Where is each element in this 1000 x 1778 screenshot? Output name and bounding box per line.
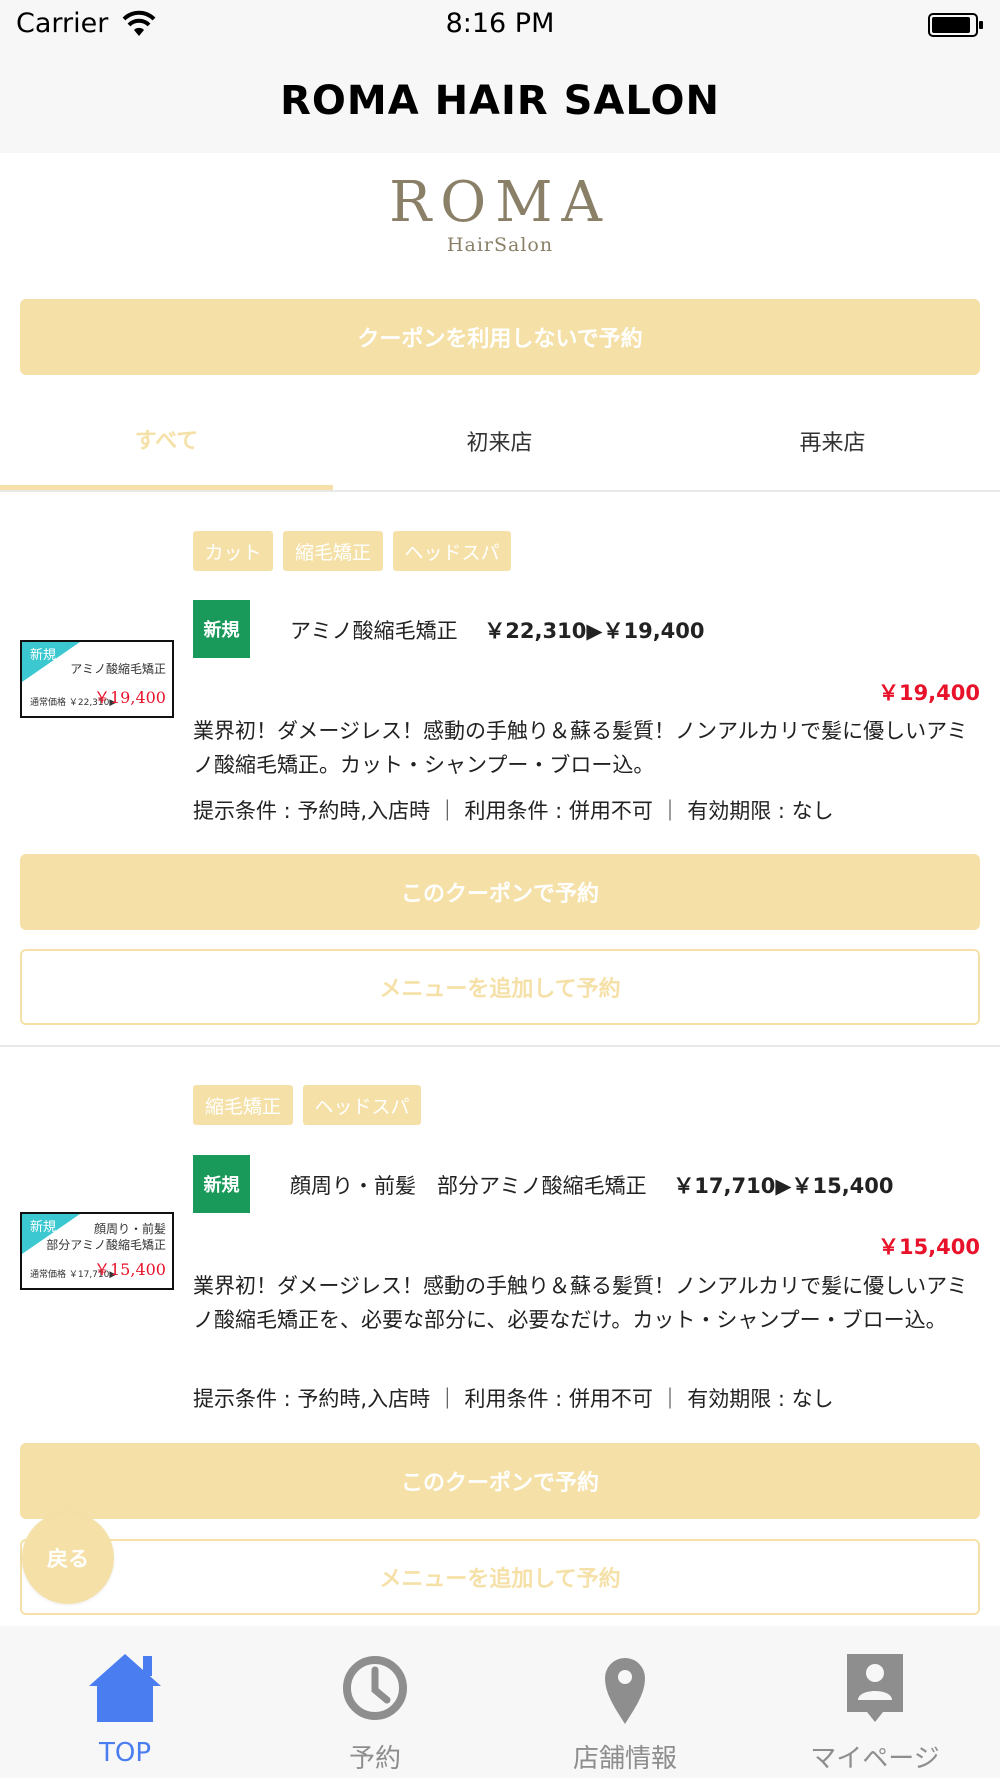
thumbnail-price: ￥19,400 [94,688,166,707]
tab-return-visit[interactable]: 再来店 [666,392,999,490]
salon-logo: ROMA HairSalon [0,170,1000,257]
new-badge: 新規 [193,1155,250,1213]
coupon-price-change: ￥22,310▶￥19,400 [484,619,705,643]
coupon-title: アミノ酸縮毛矯正 ￥22,310▶￥19,400 [290,615,705,645]
coupon-price: ￥15,400 [877,1235,980,1259]
page-title: ROMA HAIR SALON [280,78,720,124]
back-button[interactable]: 戻る [22,1512,114,1604]
add-menu-reserve-button[interactable]: メニューを追加して予約 [20,1539,980,1615]
coupon-name: 顔周り・前髪 部分アミノ酸縮毛矯正 [290,1174,647,1198]
location-pin-icon [605,1658,645,1724]
new-badge: 新規 [193,600,250,658]
home-icon [89,1654,161,1722]
profile-icon [847,1654,903,1722]
coupon-description: 業界初！ダメージレス！感動の手触り＆蘇る髪質！ノンアルカリで髪に優しいアミノ酸縮… [193,1274,968,1332]
tab-bar-item-top[interactable]: TOP [0,1626,250,1778]
coupon-tag: 縮毛矯正 [193,1085,293,1125]
coupon-card: カット 縮毛矯正 ヘッドスパ 新規 アミノ酸縮毛矯正 ￥22,310▶￥19,4… [0,492,1000,1047]
coupon-price: ￥19,400 [877,681,980,705]
tab-first-visit[interactable]: 初来店 [333,392,666,490]
coupon-filter-tabs: すべて 初来店 再来店 [0,392,1000,492]
coupon-tag: ヘッドスパ [393,531,511,571]
tab-bar-item-reserve[interactable]: 予約 [250,1626,500,1778]
coupon-conditions: 提示条件 : 予約時,入店時 ｜ 利用条件 : 併用不可 ｜ 有効期限 : なし [193,799,834,823]
thumbnail-name: 顔周り・前髪 [93,1222,166,1236]
coupon-tag: カット [193,531,273,571]
reserve-with-coupon-button[interactable]: このクーポンで予約 [20,854,980,930]
thumbnail-name: 部分アミノ酸縮毛矯正 [46,1238,166,1252]
reserve-without-coupon-button[interactable]: クーポンを利用しないで予約 [20,299,980,375]
status-time: 8:16 PM [445,8,555,39]
tab-all[interactable]: すべて [0,392,333,490]
thumbnail-price: ￥15,400 [94,1260,166,1279]
coupon-thumbnail[interactable]: 新規 顔周り・前髪 部分アミノ酸縮毛矯正 通常価格 ￥17,710▶ ￥15,4… [20,1212,174,1290]
tab-bar-label: TOP [98,1738,152,1768]
navigation-bar: ROMA HAIR SALON [0,50,1000,153]
reserve-with-coupon-button[interactable]: このクーポンで予約 [20,1443,980,1519]
logo-wordmark: ROMA [389,170,611,235]
tab-bar-item-mypage[interactable]: マイページ [750,1626,1000,1778]
coupon-title: 顔周り・前髪 部分アミノ酸縮毛矯正 ￥17,710▶￥15,400 [290,1170,894,1200]
tab-bar-label: 店舗情報 [572,1744,677,1774]
battery-icon [928,13,983,37]
thumbnail-new-label: 新規 [30,1220,57,1235]
coupon-name: アミノ酸縮毛矯正 [290,619,458,643]
thumbnail-new-label: 新規 [30,648,57,663]
coupon-tag: ヘッドスパ [303,1085,421,1125]
status-bar: Carrier 8:16 PM [0,0,1000,50]
clock-icon [343,1656,407,1720]
logo-subtitle: HairSalon [446,234,554,256]
bottom-tab-bar: TOP 予約 店舗情報 マイページ [0,1626,1000,1778]
tab-bar-item-store-info[interactable]: 店舗情報 [500,1626,750,1778]
add-menu-reserve-button[interactable]: メニューを追加して予約 [20,949,980,1025]
thumbnail-name: アミノ酸縮毛矯正 [70,662,166,676]
tab-bar-label: マイページ [810,1744,940,1774]
coupon-card: 縮毛矯正 ヘッドスパ 新規 顔周り・前髪 部分アミノ酸縮毛矯正 ￥17,710▶… [0,1047,1000,1627]
tab-bar-label: 予約 [348,1744,401,1774]
coupon-thumbnail[interactable]: 新規 アミノ酸縮毛矯正 通常価格 ￥22,310▶ ￥19,400 [20,640,174,718]
coupon-tag: 縮毛矯正 [283,531,383,571]
coupon-description: 業界初！ダメージレス！感動の手触り＆蘇る髪質！ノンアルカリで髪に優しいアミノ酸縮… [193,719,968,777]
coupon-conditions: 提示条件 : 予約時,入店時 ｜ 利用条件 : 併用不可 ｜ 有効期限 : なし [193,1387,834,1411]
coupon-price-change: ￥17,710▶￥15,400 [673,1174,894,1198]
